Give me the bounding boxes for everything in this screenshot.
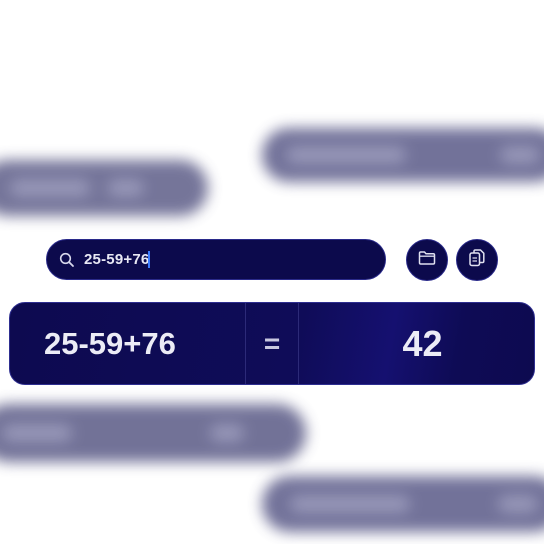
result-value: 42 (402, 322, 443, 364)
equals-sign: = (246, 303, 299, 384)
folder-icon (418, 250, 436, 271)
blurred-background-item (262, 476, 544, 532)
text-caret (148, 251, 151, 269)
copy-icon (468, 248, 486, 273)
search-icon (59, 252, 75, 268)
copy-button[interactable] (456, 239, 498, 281)
expression-input[interactable]: 25-59+76 (84, 251, 151, 269)
expression-search-bar[interactable]: 25-59+76 (46, 239, 386, 280)
open-folder-button[interactable] (406, 239, 448, 281)
blurred-background-item (0, 404, 306, 462)
blurred-background-item (0, 160, 208, 216)
result-card: 25-59+76 = 42 (9, 302, 535, 385)
blurred-background-item (262, 128, 544, 182)
app-stage: 25-59+76 25-59+76 = 42 (0, 0, 544, 544)
expression-display: 25-59+76 (10, 303, 246, 384)
